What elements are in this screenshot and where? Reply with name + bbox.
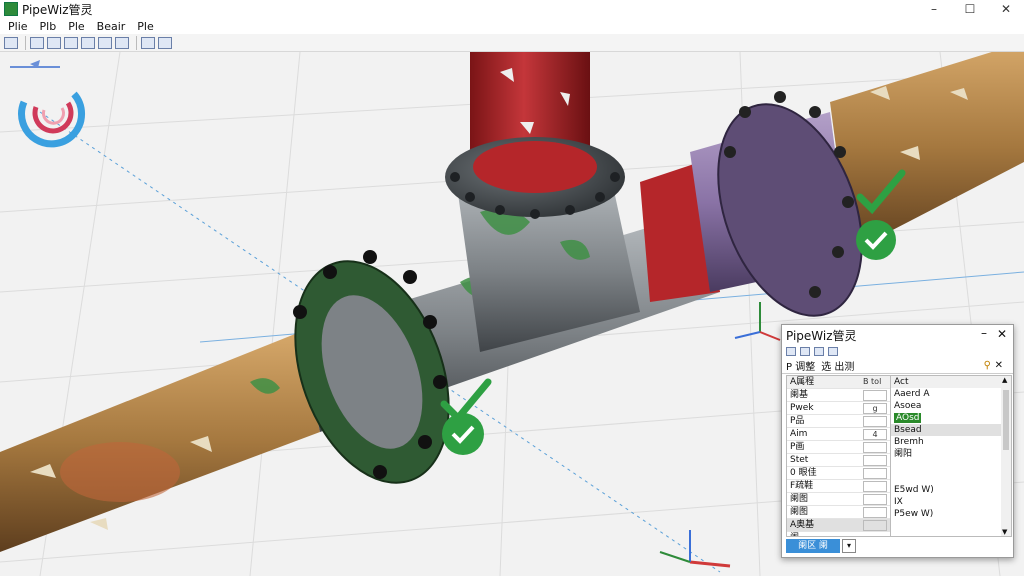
copy-icon[interactable] xyxy=(4,36,18,49)
dropdown-button[interactable]: ▾ xyxy=(842,539,856,553)
view-icon[interactable] xyxy=(98,36,112,49)
window-title: PipeWiz管灵 xyxy=(22,2,93,17)
property-column-right: Act Aaerd A Asoea AOsd Bsead Bremh 阑阳 E5… xyxy=(891,376,1011,536)
panel-title-bar: PipeWiz管灵 – ✕ xyxy=(782,325,1013,345)
pan-icon[interactable] xyxy=(141,36,155,49)
property-grid: A属程 B tol 阑基 Pwek g P品 Aim 4 P画 Stet 0 眼佳 … xyxy=(786,375,1012,537)
table-row[interactable]: P画 xyxy=(787,441,890,454)
list-item[interactable]: Bsead xyxy=(891,424,1011,436)
table-row[interactable]: Aim 4 xyxy=(787,428,890,441)
menu-item-4[interactable]: Beair xyxy=(97,20,126,33)
table-row[interactable]: 阑图 xyxy=(787,493,890,506)
check-circle-icon xyxy=(856,220,896,260)
layers-icon[interactable] xyxy=(115,36,129,49)
scroll-down-icon[interactable]: ▼ xyxy=(1002,528,1007,536)
tab-close-button[interactable]: ✕ xyxy=(995,360,1003,371)
panel-minimize-button[interactable]: – xyxy=(981,326,987,340)
property-column-left: A属程 B tol 阑基 Pwek g P品 Aim 4 P画 Stet 0 眼佳 … xyxy=(787,376,891,536)
table-row[interactable]: Stet xyxy=(787,454,890,467)
frame-icon[interactable] xyxy=(158,36,172,49)
tab-select[interactable]: 选 出测 xyxy=(821,358,854,373)
menu-item-3[interactable]: Ple xyxy=(68,20,84,33)
app-icon xyxy=(4,2,18,16)
menu-item-5[interactable]: Ple xyxy=(137,20,153,33)
list-item[interactable]: IX xyxy=(891,496,1011,508)
column-header: A属程 B tol xyxy=(787,376,890,389)
list-item[interactable]: E5wd W) xyxy=(891,484,1011,496)
list-item[interactable]: 阑阳 xyxy=(891,448,1011,460)
panel-footer: 阑区 阑 ▾ xyxy=(786,539,856,553)
panel-close-button[interactable]: ✕ xyxy=(997,327,1007,341)
rust-patch xyxy=(60,442,180,502)
list-item[interactable]: P5ew W) xyxy=(891,508,1011,520)
list-item[interactable]: AOsd xyxy=(891,412,1011,424)
scroll-up-icon[interactable]: ▲ xyxy=(1002,376,1007,384)
table-row[interactable]: 阑图 xyxy=(787,506,890,519)
square-icon[interactable] xyxy=(800,346,810,356)
check-circle-icon xyxy=(442,413,484,455)
toolbar-separator xyxy=(25,35,26,50)
link-icon[interactable] xyxy=(786,346,796,356)
panel-title: PipeWiz管灵 xyxy=(786,328,857,343)
maximize-button[interactable]: ☐ xyxy=(952,0,988,18)
scrollbar-thumb[interactable] xyxy=(1003,390,1009,450)
properties-panel: PipeWiz管灵 – ✕ P 调整 选 出测 ⚲ ✕ A属程 B tol 阑基… xyxy=(781,324,1014,558)
rotate-icon[interactable] xyxy=(64,36,78,49)
scrollbar[interactable]: ▲ ▼ xyxy=(1001,376,1011,536)
table-icon[interactable] xyxy=(828,346,838,356)
tab-adjust[interactable]: P 调整 xyxy=(786,358,815,373)
window-controls: – ☐ ✕ xyxy=(916,0,1024,18)
toolbar xyxy=(0,34,1024,52)
flange-top-bore xyxy=(473,141,597,193)
list-item[interactable] xyxy=(891,460,1011,472)
menu-item-2[interactable]: Plb xyxy=(40,20,57,33)
undo-icon[interactable] xyxy=(30,36,44,49)
table-row[interactable]: 阑 xyxy=(787,532,890,536)
table-row[interactable]: F疏鞋 xyxy=(787,480,890,493)
list-icon[interactable] xyxy=(814,346,824,356)
menu-bar: Plie Plb Ple Beair Ple xyxy=(0,18,1024,34)
title-bar: PipeWiz管灵 – ☐ ✕ xyxy=(0,0,1024,18)
apply-button[interactable]: 阑区 阑 xyxy=(786,539,840,553)
toolbar-separator xyxy=(136,35,137,50)
list-item[interactable]: Asoea xyxy=(891,400,1011,412)
save-icon[interactable] xyxy=(47,36,61,49)
list-item[interactable] xyxy=(891,472,1011,484)
table-row[interactable]: 阑基 xyxy=(787,389,890,402)
table-row[interactable]: Pwek g xyxy=(787,402,890,415)
panel-tabs: P 调整 选 出测 ⚲ ✕ xyxy=(782,357,1013,374)
column-header: Act xyxy=(891,376,1011,388)
table-row[interactable]: 0 眼佳 xyxy=(787,467,890,480)
table-row[interactable]: A奥基 xyxy=(787,519,890,532)
list-item[interactable]: Aaerd A xyxy=(891,388,1011,400)
panel-toolbar xyxy=(782,345,1013,357)
menu-item-1[interactable]: Plie xyxy=(8,20,28,33)
minimize-button[interactable]: – xyxy=(916,0,952,18)
list-item[interactable]: Bremh xyxy=(891,436,1011,448)
pin-icon[interactable]: ⚲ xyxy=(984,360,991,371)
grid-icon[interactable] xyxy=(81,36,95,49)
close-button[interactable]: ✕ xyxy=(988,0,1024,18)
table-row[interactable]: P品 xyxy=(787,415,890,428)
